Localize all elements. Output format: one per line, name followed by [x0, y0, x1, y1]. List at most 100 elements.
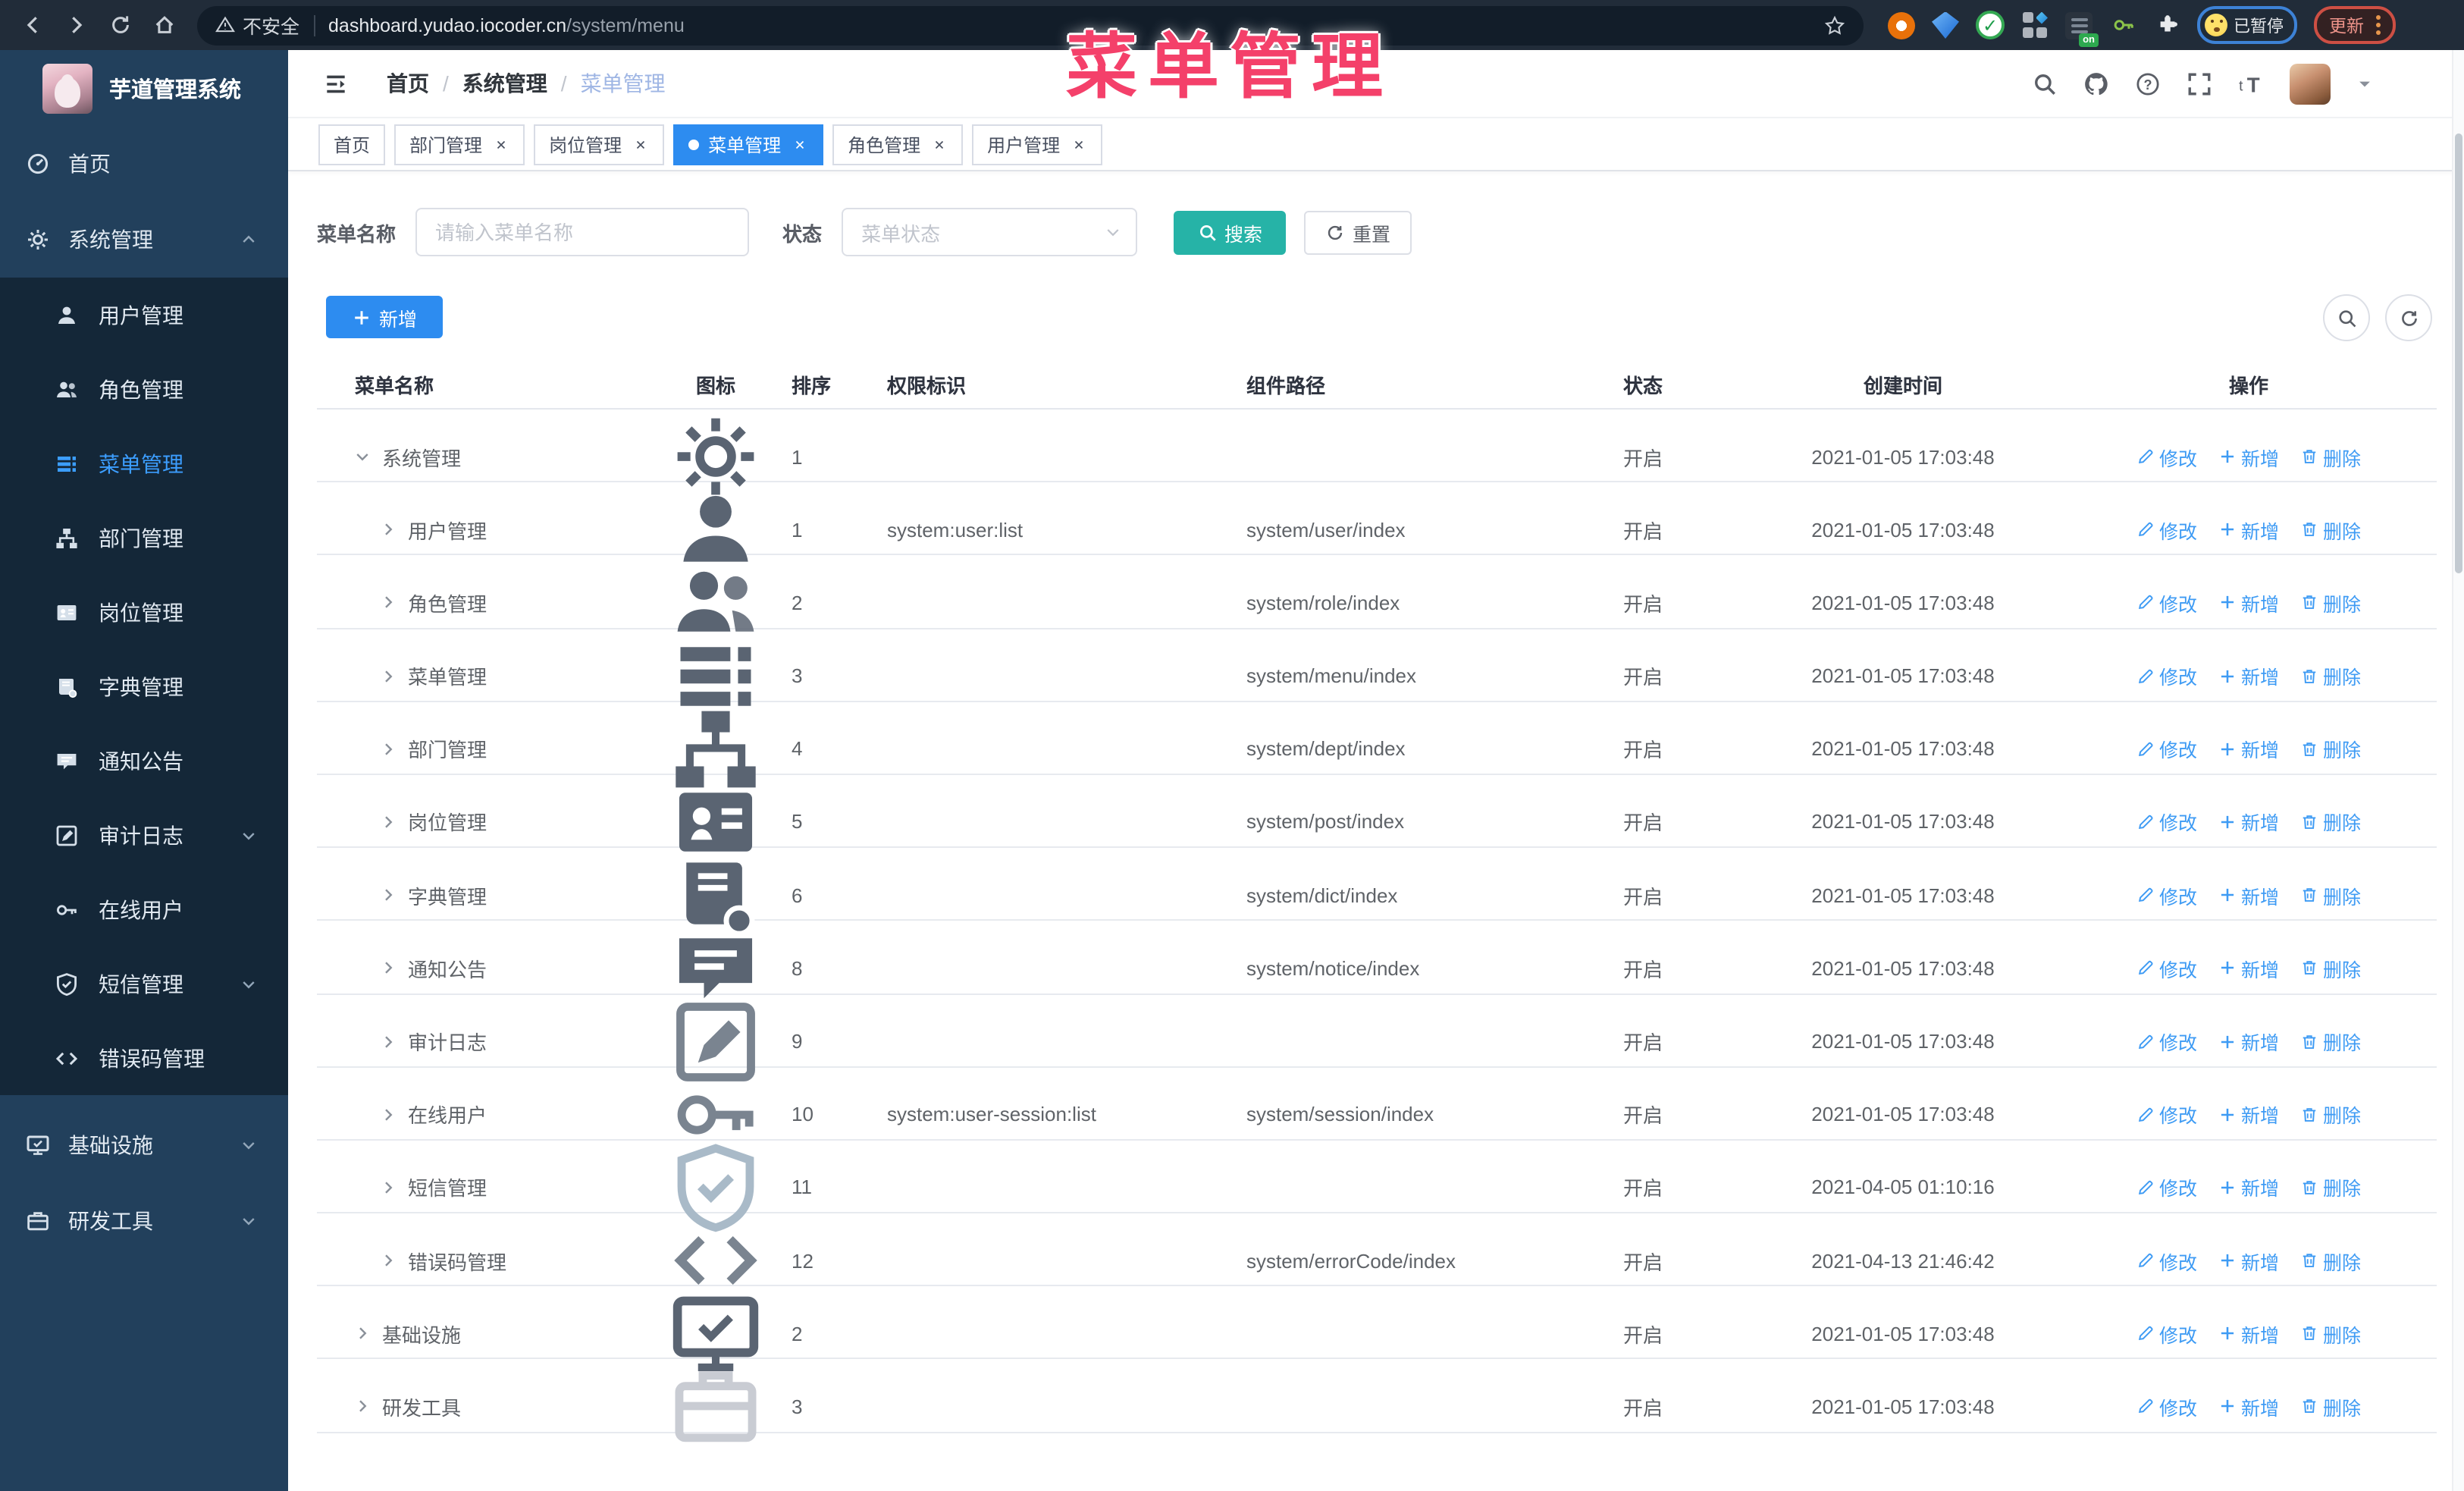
address-bar[interactable]: 不安全 dashboard.yudao.iocoder.cn/system/me…: [197, 5, 1864, 45]
close-icon[interactable]: [929, 135, 948, 153]
delete-link[interactable]: 删除: [2300, 954, 2361, 983]
delete-link[interactable]: 删除: [2300, 661, 2361, 690]
add-link[interactable]: 新增: [2218, 1246, 2279, 1275]
sidebar-item-8[interactable]: 通知公告: [0, 724, 288, 798]
expand-caret-icon[interactable]: [379, 520, 397, 538]
delete-link[interactable]: 删除: [2300, 589, 2361, 617]
show-search-toggle-icon[interactable]: [2323, 294, 2370, 341]
extension-puzzle-icon[interactable]: [2153, 11, 2180, 39]
edit-link[interactable]: 修改: [2136, 589, 2197, 617]
add-link[interactable]: 新增: [2218, 1392, 2279, 1421]
sidebar-item-5[interactable]: 部门管理: [0, 501, 288, 575]
avatar-caret-down-icon[interactable]: [2356, 75, 2373, 92]
status-select[interactable]: 菜单状态: [842, 208, 1138, 256]
sidebar-item-2[interactable]: 用户管理: [0, 278, 288, 352]
expand-caret-icon[interactable]: [379, 594, 397, 612]
sidebar-item-12[interactable]: 错误码管理: [0, 1021, 288, 1095]
delete-link[interactable]: 删除: [2300, 442, 2361, 471]
add-button[interactable]: 新增: [326, 296, 443, 338]
sidebar-item-11[interactable]: 短信管理: [0, 946, 288, 1021]
edit-link[interactable]: 修改: [2136, 954, 2197, 983]
sidebar-item-6[interactable]: 岗位管理: [0, 575, 288, 649]
edit-link[interactable]: 修改: [2136, 1027, 2197, 1056]
expand-caret-icon[interactable]: [379, 886, 397, 904]
edit-link[interactable]: 修改: [2136, 1392, 2197, 1421]
extension-proxy-icon[interactable]: on: [2065, 11, 2099, 46]
browser-reload-icon[interactable]: [102, 7, 138, 43]
add-link[interactable]: 新增: [2218, 589, 2279, 617]
delete-link[interactable]: 删除: [2300, 515, 2361, 544]
edit-link[interactable]: 修改: [2136, 442, 2197, 471]
browser-back-icon[interactable]: [14, 7, 50, 43]
delete-link[interactable]: 删除: [2300, 1027, 2361, 1056]
delete-link[interactable]: 删除: [2300, 880, 2361, 909]
close-icon[interactable]: [491, 135, 509, 153]
tab-active[interactable]: 菜单管理: [673, 124, 824, 165]
add-link[interactable]: 新增: [2218, 808, 2279, 837]
browser-update-button[interactable]: 更新: [2314, 6, 2396, 44]
sidebar-item-0[interactable]: 首页: [0, 126, 288, 202]
expand-caret-icon[interactable]: [379, 1105, 397, 1123]
add-link[interactable]: 新增: [2218, 1027, 2279, 1056]
add-link[interactable]: 新增: [2218, 954, 2279, 983]
breadcrumb-item[interactable]: 系统管理: [462, 68, 547, 99]
scrollbar-thumb[interactable]: [2455, 133, 2462, 573]
delete-link[interactable]: 删除: [2300, 1173, 2361, 1202]
sidebar-item-7[interactable]: 字典管理: [0, 649, 288, 724]
edit-link[interactable]: 修改: [2136, 1173, 2197, 1202]
paused-extension-badge[interactable]: 已暂停: [2197, 6, 2297, 44]
add-link[interactable]: 新增: [2218, 735, 2279, 764]
tab-item[interactable]: 用户管理: [972, 124, 1103, 165]
sidebar-item-10[interactable]: 在线用户: [0, 872, 288, 946]
expand-caret-icon[interactable]: [379, 1251, 397, 1270]
github-icon[interactable]: [2083, 71, 2109, 96]
add-link[interactable]: 新增: [2218, 1100, 2279, 1128]
breadcrumb-item[interactable]: 首页: [387, 68, 429, 99]
bookmark-star-icon[interactable]: [1824, 14, 1845, 36]
page-scrollbar[interactable]: [2452, 50, 2464, 1491]
fullscreen-icon[interactable]: [2187, 71, 2212, 96]
extension-gem-icon[interactable]: [1932, 11, 1959, 39]
delete-link[interactable]: 删除: [2300, 735, 2361, 764]
expand-caret-icon[interactable]: [379, 1179, 397, 1197]
close-icon[interactable]: [790, 135, 808, 153]
browser-home-icon[interactable]: [146, 7, 182, 43]
tab-item[interactable]: 部门管理: [394, 124, 525, 165]
expand-caret-icon[interactable]: [379, 1032, 397, 1050]
tab-item[interactable]: 首页: [318, 124, 386, 165]
extension-grid-icon[interactable]: [2021, 11, 2049, 39]
sidebar-item-13[interactable]: 基础设施: [0, 1107, 288, 1183]
delete-link[interactable]: 删除: [2300, 1100, 2361, 1128]
extension-check-icon[interactable]: ✓: [1976, 11, 2005, 39]
add-link[interactable]: 新增: [2218, 880, 2279, 909]
tab-item[interactable]: 岗位管理: [534, 124, 665, 165]
sidebar-item-9[interactable]: 审计日志: [0, 798, 288, 872]
search-icon[interactable]: [2032, 71, 2058, 96]
edit-link[interactable]: 修改: [2136, 661, 2197, 690]
close-icon[interactable]: [1069, 135, 1087, 153]
add-link[interactable]: 新增: [2218, 515, 2279, 544]
delete-link[interactable]: 删除: [2300, 1320, 2361, 1348]
close-icon[interactable]: [631, 135, 649, 153]
delete-link[interactable]: 删除: [2300, 808, 2361, 837]
refresh-table-icon[interactable]: [2385, 294, 2432, 341]
extension-key-icon[interactable]: [2109, 11, 2136, 39]
edit-link[interactable]: 修改: [2136, 735, 2197, 764]
edit-link[interactable]: 修改: [2136, 880, 2197, 909]
help-icon[interactable]: ?: [2135, 71, 2161, 96]
expand-caret-icon[interactable]: [379, 813, 397, 831]
edit-link[interactable]: 修改: [2136, 1100, 2197, 1128]
hamburger-icon[interactable]: [323, 71, 349, 96]
delete-link[interactable]: 删除: [2300, 1246, 2361, 1275]
sidebar-item-4[interactable]: 菜单管理: [0, 426, 288, 501]
search-button[interactable]: 搜索: [1174, 210, 1287, 254]
reset-button[interactable]: 重置: [1304, 210, 1412, 254]
add-link[interactable]: 新增: [2218, 442, 2279, 471]
sidebar-item-3[interactable]: 角色管理: [0, 352, 288, 426]
app-logo[interactable]: 芋道管理系统: [0, 50, 288, 126]
delete-link[interactable]: 删除: [2300, 1392, 2361, 1421]
edit-link[interactable]: 修改: [2136, 1320, 2197, 1348]
add-link[interactable]: 新增: [2218, 1320, 2279, 1348]
expand-caret-icon[interactable]: [379, 959, 397, 978]
edit-link[interactable]: 修改: [2136, 515, 2197, 544]
